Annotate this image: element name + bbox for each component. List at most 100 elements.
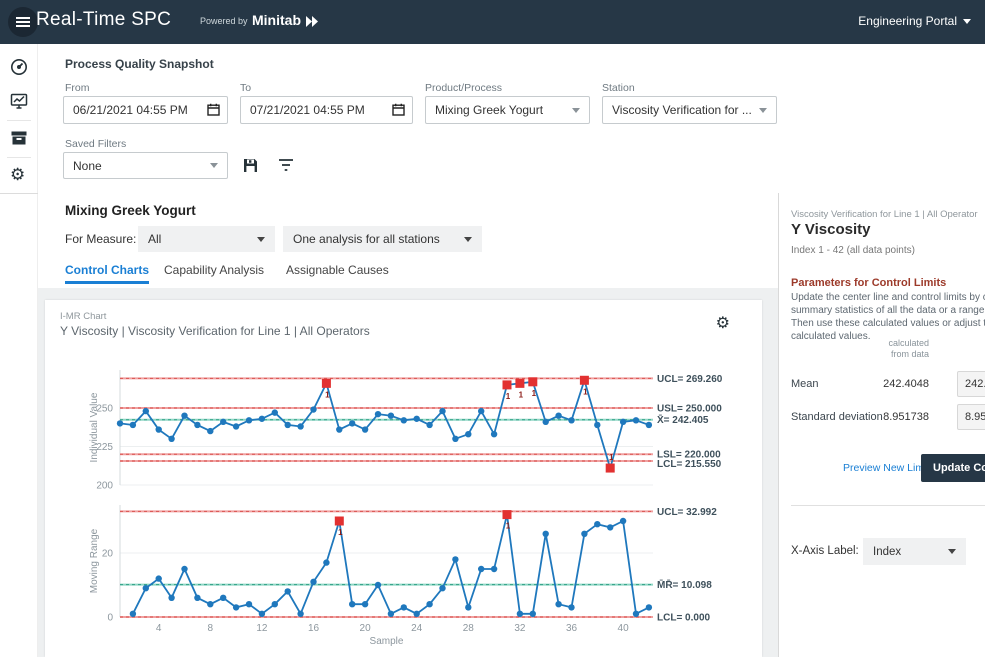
- charts-monitor-icon[interactable]: [10, 92, 28, 110]
- data-point[interactable]: [143, 408, 149, 414]
- data-point[interactable]: [478, 408, 484, 414]
- data-point[interactable]: [555, 413, 561, 419]
- to-date-input[interactable]: [240, 96, 413, 124]
- data-point[interactable]: [646, 422, 652, 428]
- saved-filters-dropdown[interactable]: None: [63, 152, 228, 179]
- out-of-control-point[interactable]: [503, 380, 512, 389]
- data-point[interactable]: [362, 601, 368, 607]
- product-dropdown[interactable]: Mixing Greek Yogurt: [425, 96, 590, 124]
- data-point[interactable]: [478, 566, 484, 572]
- data-point[interactable]: [491, 431, 497, 437]
- imr-chart-svg[interactable]: 200225250Individual ValueUCL= 269.260USL…: [45, 300, 762, 657]
- tab-control-charts[interactable]: Control Charts: [65, 263, 149, 277]
- tab-capability-analysis[interactable]: Capability Analysis: [164, 263, 264, 277]
- data-point[interactable]: [220, 419, 226, 425]
- data-point[interactable]: [220, 595, 226, 601]
- data-point[interactable]: [130, 422, 136, 428]
- measure-dropdown[interactable]: All: [138, 226, 275, 252]
- data-point[interactable]: [633, 417, 639, 423]
- out-of-control-point[interactable]: [515, 379, 524, 388]
- data-point[interactable]: [349, 420, 355, 426]
- data-point[interactable]: [646, 604, 652, 610]
- data-point[interactable]: [439, 408, 445, 414]
- data-point[interactable]: [181, 413, 187, 419]
- dashboard-gauge-icon[interactable]: [10, 58, 28, 76]
- data-point[interactable]: [117, 420, 123, 426]
- data-point[interactable]: [194, 422, 200, 428]
- data-point[interactable]: [259, 416, 265, 422]
- data-point[interactable]: [156, 575, 162, 581]
- out-of-control-point[interactable]: [606, 464, 615, 473]
- data-point[interactable]: [285, 422, 291, 428]
- data-point[interactable]: [607, 524, 613, 530]
- data-point[interactable]: [388, 611, 394, 617]
- data-point[interactable]: [439, 585, 445, 591]
- data-point[interactable]: [620, 518, 626, 524]
- tab-assignable-causes[interactable]: Assignable Causes: [286, 263, 389, 277]
- data-point[interactable]: [568, 417, 574, 423]
- out-of-control-point[interactable]: [580, 376, 589, 385]
- analysis-mode-dropdown[interactable]: One analysis for all stations: [283, 226, 482, 252]
- data-point[interactable]: [491, 566, 497, 572]
- data-point[interactable]: [414, 416, 420, 422]
- data-point[interactable]: [388, 413, 394, 419]
- data-point[interactable]: [181, 566, 187, 572]
- data-point[interactable]: [543, 531, 549, 537]
- data-point[interactable]: [272, 409, 278, 415]
- data-point[interactable]: [207, 601, 213, 607]
- production-archive-icon[interactable]: [10, 129, 28, 147]
- data-point[interactable]: [530, 611, 536, 617]
- data-point[interactable]: [362, 426, 368, 432]
- data-point[interactable]: [168, 595, 174, 601]
- data-point[interactable]: [310, 579, 316, 585]
- save-filter-button[interactable]: [242, 157, 259, 179]
- data-point[interactable]: [233, 604, 239, 610]
- data-point[interactable]: [336, 426, 342, 432]
- data-point[interactable]: [246, 601, 252, 607]
- data-point[interactable]: [452, 556, 458, 562]
- data-point[interactable]: [543, 419, 549, 425]
- data-point[interactable]: [465, 431, 471, 437]
- data-point[interactable]: [323, 559, 329, 565]
- station-dropdown[interactable]: Viscosity Verification for ...: [602, 96, 777, 124]
- data-point[interactable]: [581, 531, 587, 537]
- mean-input[interactable]: [957, 371, 985, 397]
- data-point[interactable]: [130, 611, 136, 617]
- data-point[interactable]: [233, 423, 239, 429]
- data-point[interactable]: [633, 611, 639, 617]
- data-point[interactable]: [594, 521, 600, 527]
- data-point[interactable]: [297, 611, 303, 617]
- data-point[interactable]: [297, 423, 303, 429]
- settings-gear-icon[interactable]: ⚙: [10, 166, 28, 184]
- out-of-control-point[interactable]: [528, 377, 537, 386]
- data-point[interactable]: [465, 604, 471, 610]
- data-point[interactable]: [620, 419, 626, 425]
- data-point[interactable]: [375, 411, 381, 417]
- data-point[interactable]: [401, 604, 407, 610]
- data-point[interactable]: [285, 588, 291, 594]
- data-point[interactable]: [310, 406, 316, 412]
- data-point[interactable]: [517, 611, 523, 617]
- from-date-input[interactable]: [63, 96, 228, 124]
- stddev-input[interactable]: [957, 404, 985, 430]
- out-of-control-point[interactable]: [335, 517, 344, 526]
- data-point[interactable]: [594, 422, 600, 428]
- out-of-control-point[interactable]: [322, 379, 331, 388]
- data-point[interactable]: [259, 611, 265, 617]
- data-point[interactable]: [555, 601, 561, 607]
- data-point[interactable]: [375, 582, 381, 588]
- data-point[interactable]: [156, 426, 162, 432]
- data-point[interactable]: [168, 436, 174, 442]
- data-point[interactable]: [426, 422, 432, 428]
- filter-icon-button[interactable]: [278, 158, 294, 177]
- data-point[interactable]: [568, 604, 574, 610]
- hamburger-menu-button[interactable]: [8, 7, 38, 37]
- data-point[interactable]: [349, 601, 355, 607]
- data-point[interactable]: [272, 601, 278, 607]
- xaxis-dropdown[interactable]: Index: [863, 538, 966, 565]
- portal-selector[interactable]: Engineering Portal: [858, 14, 971, 28]
- data-point[interactable]: [452, 436, 458, 442]
- data-point[interactable]: [401, 417, 407, 423]
- update-control-limits-button[interactable]: Update Control Limits: [921, 454, 985, 482]
- data-point[interactable]: [414, 611, 420, 617]
